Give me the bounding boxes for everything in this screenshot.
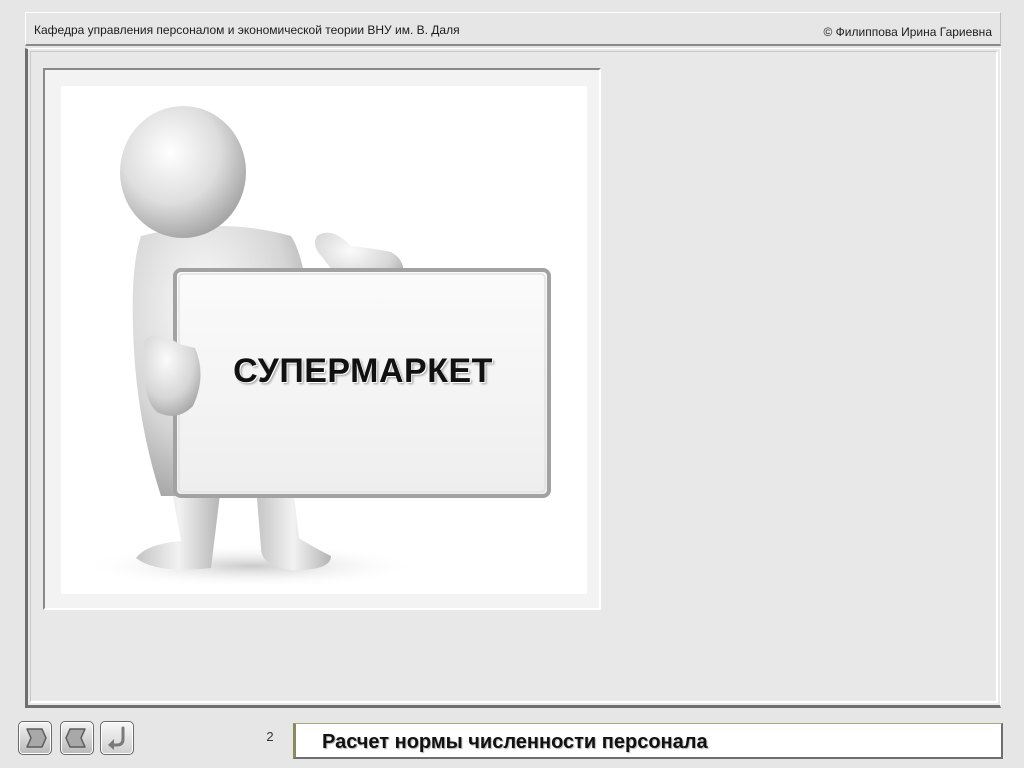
- image-panel: СУПЕРМАРКЕТ: [43, 68, 601, 610]
- chevron-left-icon: [65, 728, 86, 748]
- illustration-area: СУПЕРМАРКЕТ: [61, 86, 587, 594]
- footer-title-box: Расчет нормы численности персонала: [293, 723, 1003, 759]
- page-number: 2: [266, 729, 274, 744]
- next-slide-button[interactable]: [18, 721, 52, 755]
- figure-holding-sign-illustration: [81, 106, 551, 588]
- return-arrow-icon: [108, 726, 125, 750]
- sign-text: СУПЕРМАРКЕТ: [233, 352, 493, 390]
- return-button[interactable]: [100, 721, 134, 755]
- department-title: Кафедра управления персоналом и экономич…: [34, 23, 460, 37]
- chevron-right-icon: [26, 728, 47, 748]
- previous-slide-button[interactable]: [60, 721, 94, 755]
- slide-header: Кафедра управления персоналом и экономич…: [25, 12, 1001, 46]
- slide-title: Расчет нормы численности персонала: [322, 731, 708, 753]
- author-copyright: © Филиппова Ирина Гариевна: [823, 25, 993, 39]
